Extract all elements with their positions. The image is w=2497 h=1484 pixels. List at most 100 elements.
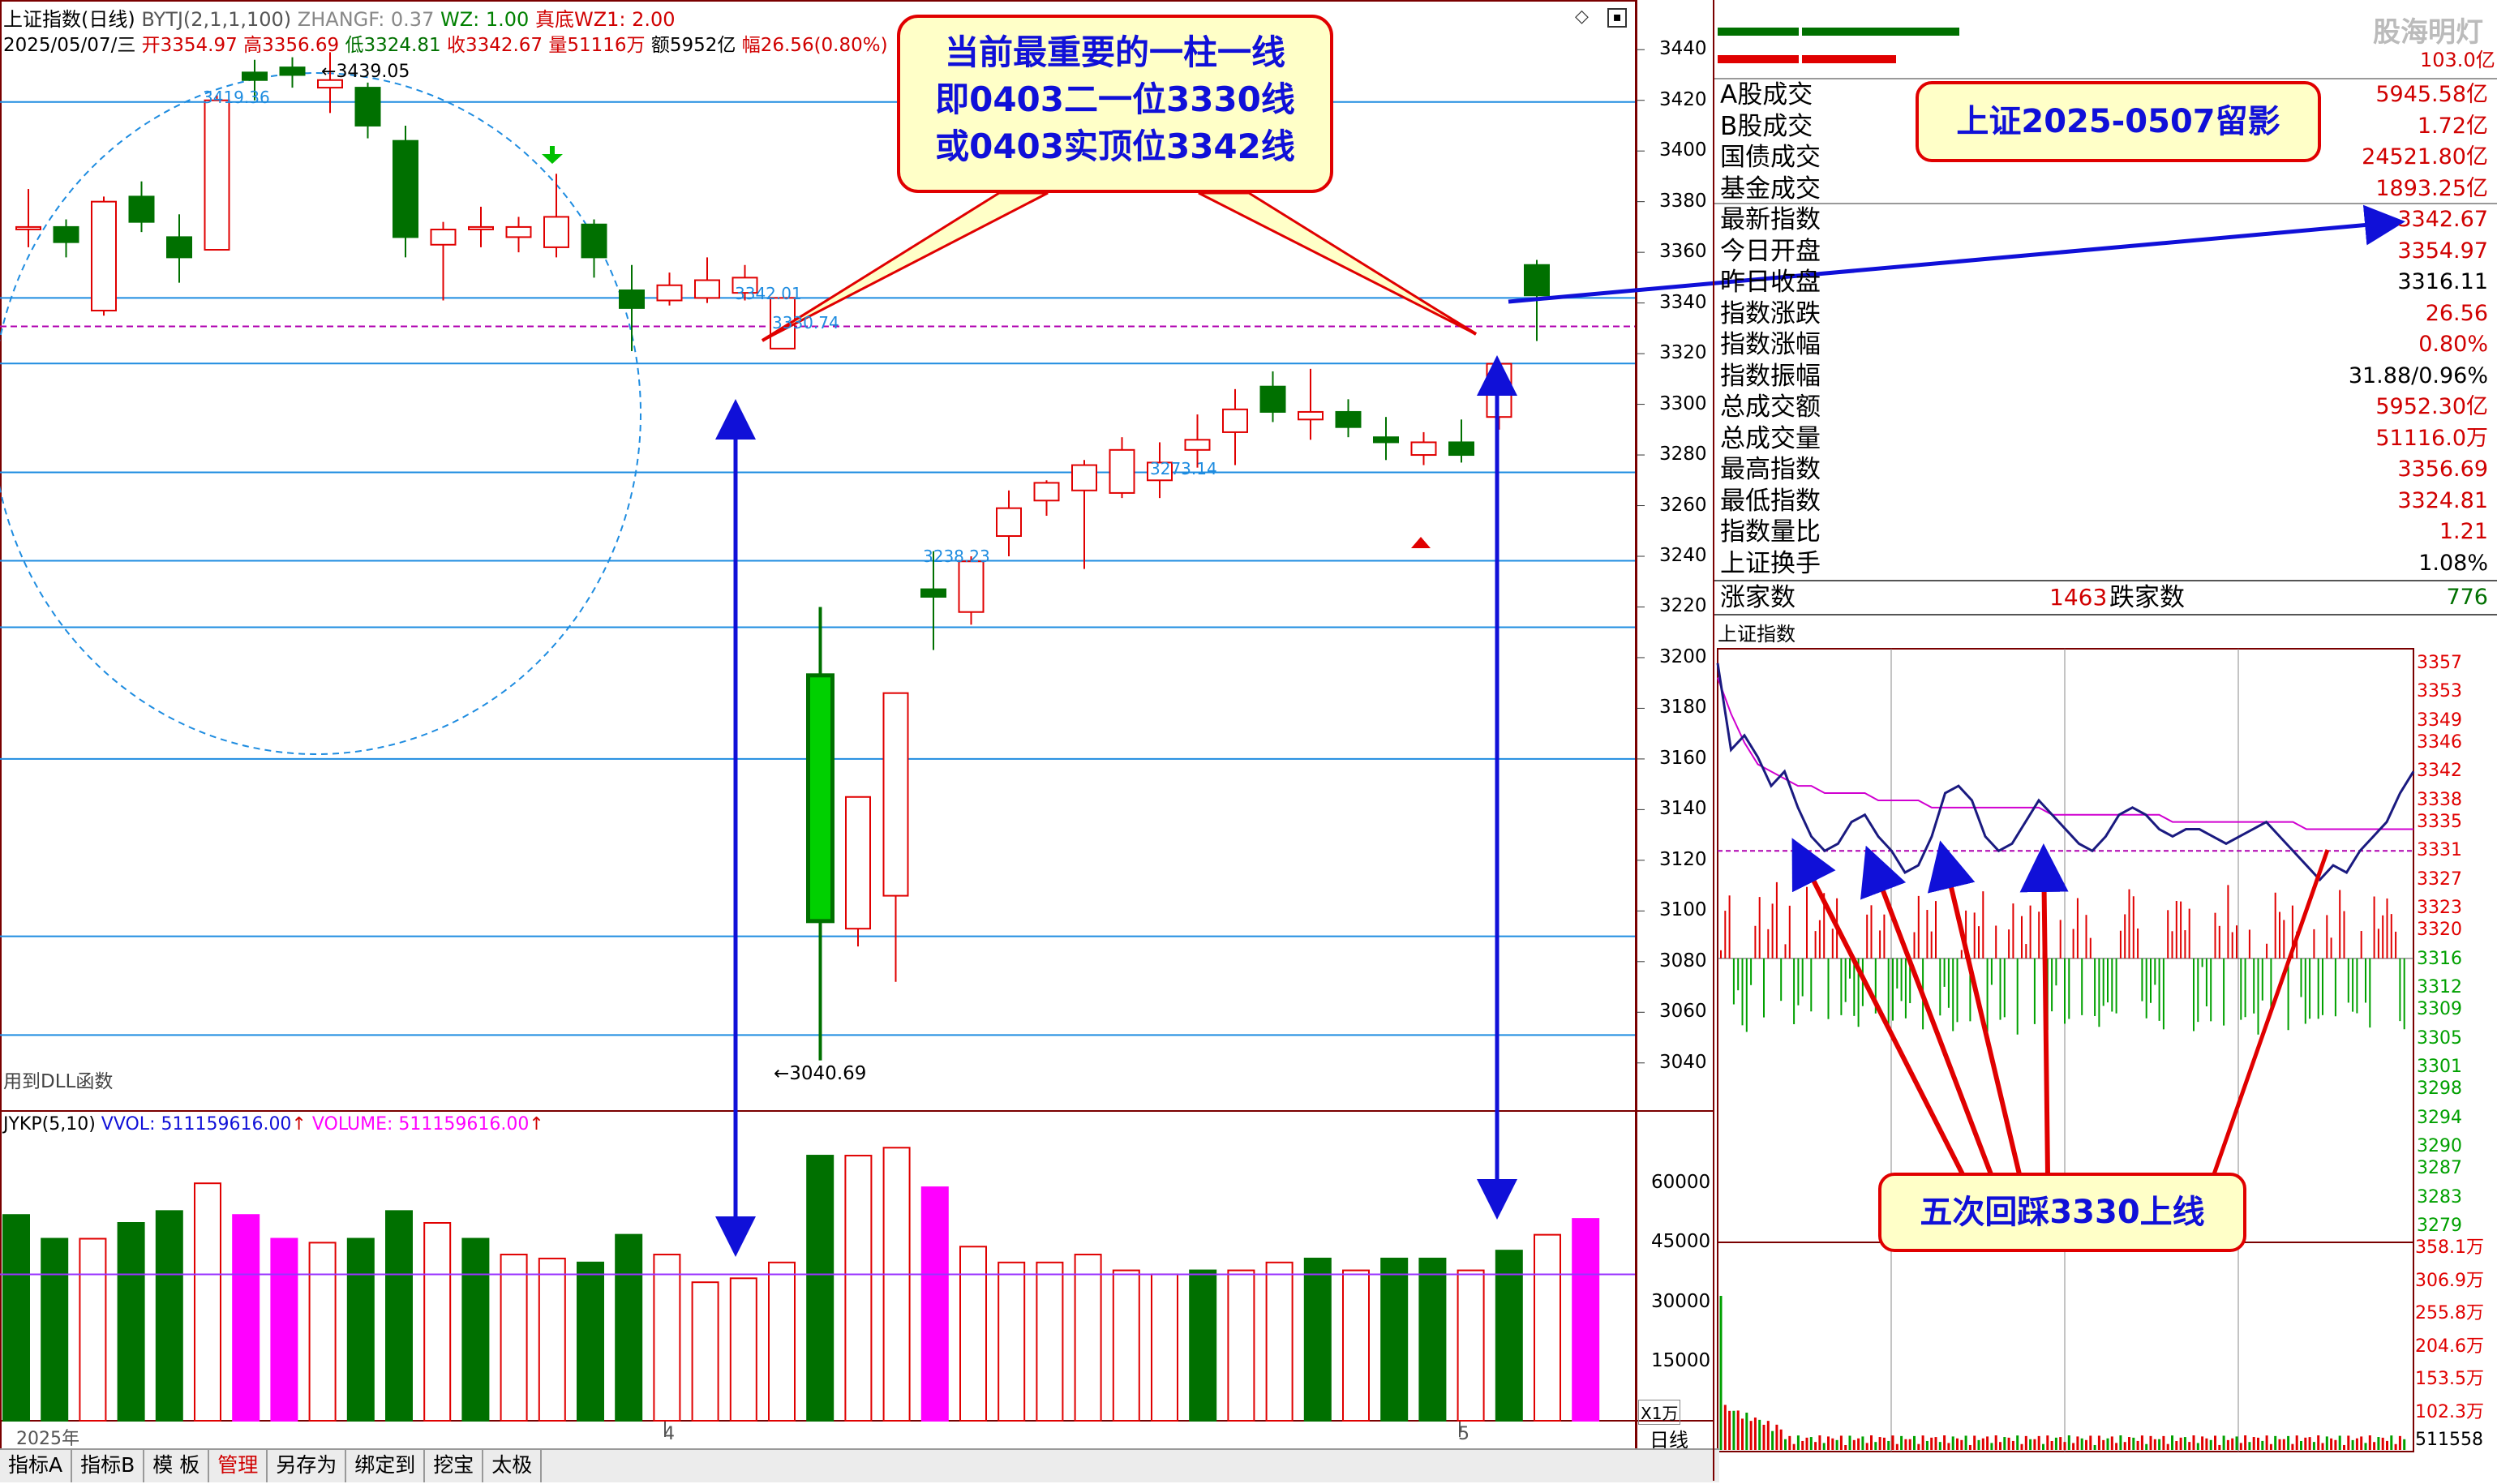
- stat-row: 基金成交 1893.25亿: [1717, 174, 2491, 204]
- candle: [15, 189, 41, 247]
- tab-3[interactable]: 模 板: [144, 1450, 210, 1482]
- breadth-row: 涨家数 1463 跌家数 776: [1717, 582, 2491, 613]
- volume-bar: [194, 1182, 221, 1422]
- candle-body: [393, 139, 418, 238]
- volume-bar: [691, 1281, 719, 1422]
- month-4-label: 4: [663, 1424, 675, 1444]
- intraday-tick: 3353: [2417, 681, 2462, 702]
- volume-bar: [270, 1237, 298, 1422]
- panel-toggle-icon[interactable]: ▪: [1607, 8, 1627, 28]
- stat-value: 31.88/0.96%: [2348, 362, 2488, 388]
- tab-8[interactable]: 太极: [483, 1450, 543, 1482]
- volume-bar: [1495, 1250, 1523, 1422]
- stat-value: 1893.25亿: [2375, 175, 2488, 201]
- tab-4[interactable]: 管理: [209, 1450, 268, 1482]
- avg-price-line: [1717, 677, 2413, 830]
- stat-value: 51116.0万: [2375, 425, 2488, 451]
- candle-body: [920, 588, 946, 598]
- price-tick: 3120: [1659, 848, 1707, 870]
- candle: [806, 607, 834, 1061]
- stat-value: 1.08%: [2418, 550, 2488, 576]
- stat-label: 基金成交: [1720, 174, 1821, 204]
- divider: [1714, 203, 2497, 204]
- stat-row: 指数涨幅 0.80%: [1717, 329, 2491, 360]
- candle: [1071, 460, 1097, 569]
- candle-body: [619, 290, 645, 309]
- candle: [354, 82, 381, 139]
- callout-line-3: 或0403实顶位3342线: [935, 127, 1295, 166]
- volume-bar: [1303, 1257, 1332, 1422]
- subpanel-name[interactable]: JYKP(5,10): [3, 1114, 96, 1134]
- candle: [1335, 399, 1362, 438]
- candle-body: [242, 71, 268, 81]
- adv-label: 涨家数: [1720, 583, 1796, 612]
- tab-2[interactable]: 指标B: [72, 1450, 145, 1482]
- tab-5[interactable]: 另存为: [268, 1450, 347, 1482]
- volume-bar: [41, 1237, 69, 1422]
- volume-bar: [729, 1277, 757, 1422]
- candle: [166, 214, 192, 283]
- volume-bar: [615, 1233, 643, 1422]
- stat-row: 总成交量 51116.0万: [1717, 423, 2491, 454]
- indicator-name[interactable]: BYTJ(2,1,1,100): [141, 8, 291, 31]
- peak-label: ←3439.05: [321, 62, 410, 82]
- candle-body: [581, 223, 607, 259]
- candle-body: [656, 284, 683, 302]
- volume-bar: [959, 1246, 987, 1422]
- volume-bar: [768, 1261, 796, 1422]
- price-tick: 3300: [1659, 392, 1707, 414]
- bar-red-2: [1802, 55, 1896, 63]
- candle: [996, 490, 1022, 556]
- volume-bar: [577, 1261, 604, 1422]
- price-tick: 3360: [1659, 241, 1707, 263]
- candle-body: [1033, 482, 1060, 502]
- candle: [505, 217, 532, 253]
- label-3238: 3238.23: [923, 547, 990, 566]
- intraday-tick: 3327: [2417, 869, 2462, 890]
- volume-bar: [806, 1155, 834, 1422]
- price-tick: 3160: [1659, 747, 1707, 769]
- stat-value: 3316.11: [2397, 269, 2488, 294]
- diamond-icon[interactable]: ◇: [1575, 6, 1589, 27]
- tab-1[interactable]: 指标A: [0, 1450, 73, 1482]
- tab-7[interactable]: 挖宝: [425, 1450, 484, 1482]
- volume-value: VOLUME: 511159616.00: [311, 1114, 530, 1134]
- label-3330: 3330.74: [772, 313, 839, 332]
- bar-close: 收3342.67: [446, 35, 543, 56]
- intraday-title: 上证指数: [1718, 623, 1796, 645]
- intraday-frame: [1717, 648, 2414, 1452]
- stat-label: 指数涨跌: [1720, 298, 1821, 328]
- volume-bar: [308, 1242, 337, 1422]
- candle-body: [1298, 410, 1324, 421]
- up-triangle-marker: [1411, 537, 1431, 548]
- red-pointer-arrow: [1791, 838, 1965, 1176]
- subpanel-header: JYKP(5,10) VVOL: 511159616.00↑ VOLUME: 5…: [3, 1114, 544, 1134]
- candle: [53, 219, 79, 258]
- candle: [393, 125, 418, 258]
- price-line: [1716, 663, 2415, 882]
- intraday-tick: 3301: [2417, 1057, 2462, 1078]
- intraday-tick: 3290: [2417, 1136, 2462, 1157]
- volume-tick: 60000: [1651, 1172, 1711, 1194]
- stat-label: 最低指数: [1720, 486, 1821, 516]
- intraday-vol-tick: 255.8万: [2415, 1303, 2484, 1323]
- dll-note: 用到DLL函数: [3, 1071, 114, 1092]
- candle-body: [1259, 385, 1286, 413]
- callout-main: 当前最重要的一柱一线 即0403二一位3330线 或0403实顶位3342线: [897, 15, 1333, 193]
- dec-label: 跌家数: [2109, 583, 2185, 612]
- candle-body: [15, 225, 41, 230]
- stat-value: 24521.80亿: [2362, 144, 2488, 169]
- tab-6[interactable]: 绑定到: [346, 1450, 426, 1482]
- volume-bar: [1265, 1261, 1294, 1422]
- intraday-tick: 3316: [2417, 948, 2462, 969]
- volume-bar: [882, 1147, 911, 1422]
- divider: [1714, 580, 2497, 581]
- intraday-tick: 3335: [2417, 811, 2462, 832]
- intraday-tick: 3338: [2417, 789, 2462, 810]
- intraday-tick: 3346: [2417, 731, 2462, 753]
- volume-bar: [1151, 1273, 1178, 1422]
- volume-tick: 15000: [1651, 1349, 1711, 1371]
- bar-open: 开3354.97: [141, 35, 238, 56]
- intraday-tick: 3298: [2417, 1079, 2462, 1100]
- price-tick: 3220: [1659, 595, 1707, 617]
